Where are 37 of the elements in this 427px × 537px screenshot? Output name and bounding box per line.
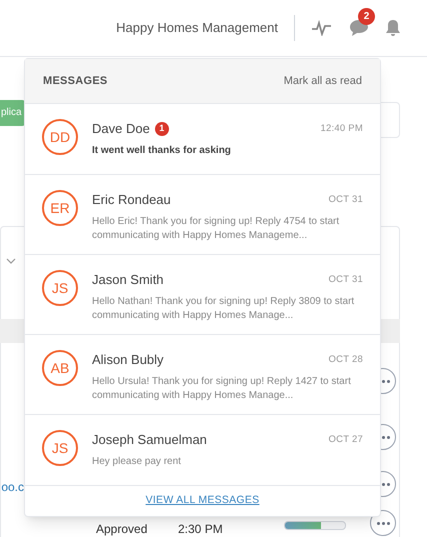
message-preview: It went well thanks for asking: [92, 144, 232, 158]
message-preview: Hello Ursula! Thank you for signing up! Reply 1427 to start communicating with Happy Homes Manage...: [92, 374, 352, 402]
message-item[interactable]: AB Alison Bubly OCT 28 Hello Ursula! Thank you for signing up! Reply 1427 to start communicating with Happy Homes Manage...: [25, 335, 380, 415]
message-item[interactable]: JS Joseph Samuelman OCT 27 Hey please pay rent: [25, 415, 380, 486]
message-preview: Hello Eric! Thank you for signing up! Reply 4754 to start communicating with Happy Homes Manageme...: [92, 214, 340, 242]
sender-name: Alison Bubly: [92, 351, 164, 369]
message-item[interactable]: ER Eric Rondeau OCT 31 Hello Eric! Thank you for signing up! Reply 4754 to start communicating with Happy Homes Manageme...: [25, 175, 380, 255]
mark-all-read-button[interactable]: Mark all as read: [284, 72, 362, 90]
bell-icon[interactable]: [385, 19, 401, 37]
message-preview: Hello Nathan! Thank you for signing up! Reply 3809 to start communicating with Happy Homes Manage...: [92, 294, 356, 322]
sender-name: Jason Smith: [92, 271, 164, 289]
time-text: 2:30 PM: [178, 522, 223, 536]
sender-name: Eric Rondeau: [92, 191, 171, 209]
avatar: DD: [42, 119, 78, 155]
message-time: OCT 31: [328, 192, 363, 207]
message-count-badge: 2: [358, 8, 375, 25]
unread-badge: 1: [154, 122, 169, 136]
sender-name: Joseph Samuelman: [92, 431, 207, 449]
email-link[interactable]: oo.c: [0, 478, 24, 496]
message-item[interactable]: JS Jason Smith OCT 31 Hello Nathan! Thank you for signing up! Reply 3809 to start communicating with Happy Homes Manage...: [25, 255, 380, 335]
message-time: OCT 27: [328, 432, 363, 447]
message-time: 12:40 PM: [320, 122, 363, 136]
panel-title: MESSAGES: [43, 74, 108, 89]
avatar: ER: [42, 190, 78, 226]
message-preview: Hey please pay rent: [92, 454, 182, 468]
sender-name: Dave Doe: [92, 120, 150, 138]
company-name: Happy Homes Management: [116, 19, 278, 38]
view-all-messages-link[interactable]: VIEW ALL MESSAGES: [146, 493, 260, 509]
message-item[interactable]: DD Dave Doe 1 12:40 PM It went well thanks for asking: [25, 104, 380, 175]
chevron-down-icon: [6, 258, 16, 264]
avatar: JS: [42, 430, 78, 466]
avatar: AB: [42, 350, 78, 386]
activity-icon[interactable]: [311, 20, 333, 36]
status-text: Approved: [96, 522, 148, 536]
message-time: OCT 28: [328, 352, 363, 367]
message-time: OCT 31: [328, 272, 363, 287]
avatar: JS: [42, 270, 78, 306]
